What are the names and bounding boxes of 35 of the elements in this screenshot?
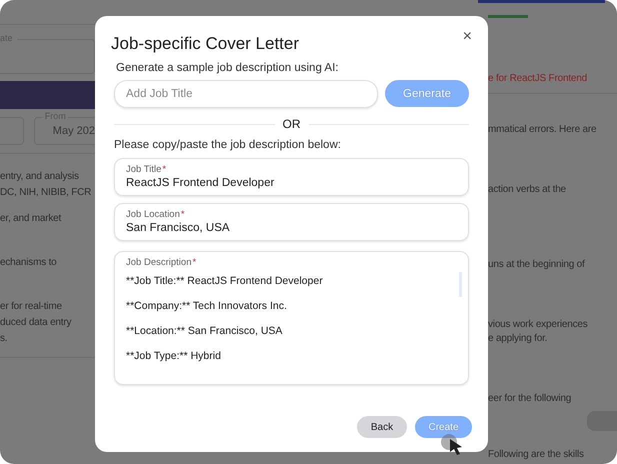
body-text: e applying for. bbox=[488, 332, 548, 345]
field-value: ReactJS Frontend Developer bbox=[126, 177, 276, 189]
prompt-text: Generate a sample job description using AI: bbox=[116, 62, 340, 74]
field-label: Job Description* bbox=[126, 257, 198, 268]
field-value: San Francisco, USA bbox=[126, 222, 231, 234]
text-field[interactable]: Job Title* ReactJS Frontend Developer bbox=[114, 158, 469, 196]
body-text: echanisms to bbox=[0, 256, 58, 269]
body-text: vious work experiences bbox=[488, 318, 589, 331]
prompt-text: Please copy/paste the job description below: bbox=[114, 139, 342, 151]
close-button[interactable]: × bbox=[462, 30, 472, 44]
job-title-input[interactable]: Add Job Title bbox=[114, 80, 378, 108]
description-line: **Location:** San Francisco, USA bbox=[126, 325, 284, 337]
body-text: er, and market bbox=[0, 212, 62, 225]
description-field[interactable]: Job Description* **Job Title:** ReactJS Frontend Developer **Company:** Tech Innovators Inc. **Location:** San Francisco, USA **Job Type:** Hybrid bbox=[114, 251, 469, 385]
divider-text: OR bbox=[282, 117, 300, 131]
dialog-title: Job-specific Cover Letter bbox=[111, 34, 300, 54]
body-text: DC, NIH, NIBIB, FCR bbox=[0, 186, 92, 199]
description-line: **Company:** Tech Innovators Inc. bbox=[126, 300, 288, 312]
body-text: action verbs at the bbox=[488, 183, 567, 196]
body-text: duced data entry bbox=[0, 316, 72, 329]
body-text: s. bbox=[0, 332, 8, 345]
field-label: Job Location* bbox=[126, 209, 186, 220]
body-text: Following are the skills bbox=[488, 448, 585, 461]
body-text: eer for the following bbox=[488, 392, 572, 405]
warning-text: e for ReactJS Frontend bbox=[488, 72, 588, 85]
back-button[interactable]: Back bbox=[357, 416, 407, 438]
field-label: Job Title* bbox=[126, 164, 168, 175]
body-text: er for real-time bbox=[0, 300, 63, 313]
field-value: May 202 bbox=[52, 125, 95, 137]
description-line: **Job Title:** ReactJS Frontend Developer bbox=[126, 275, 324, 287]
body-text: entry, and analysis bbox=[0, 170, 80, 183]
body-text: uns at the beginning of bbox=[488, 258, 586, 271]
description-line: **Job Type:** Hybrid bbox=[126, 350, 222, 362]
body-text: mmatical errors. Here are bbox=[488, 123, 598, 136]
text-field[interactable]: Job Location* San Francisco, USA bbox=[114, 203, 469, 241]
